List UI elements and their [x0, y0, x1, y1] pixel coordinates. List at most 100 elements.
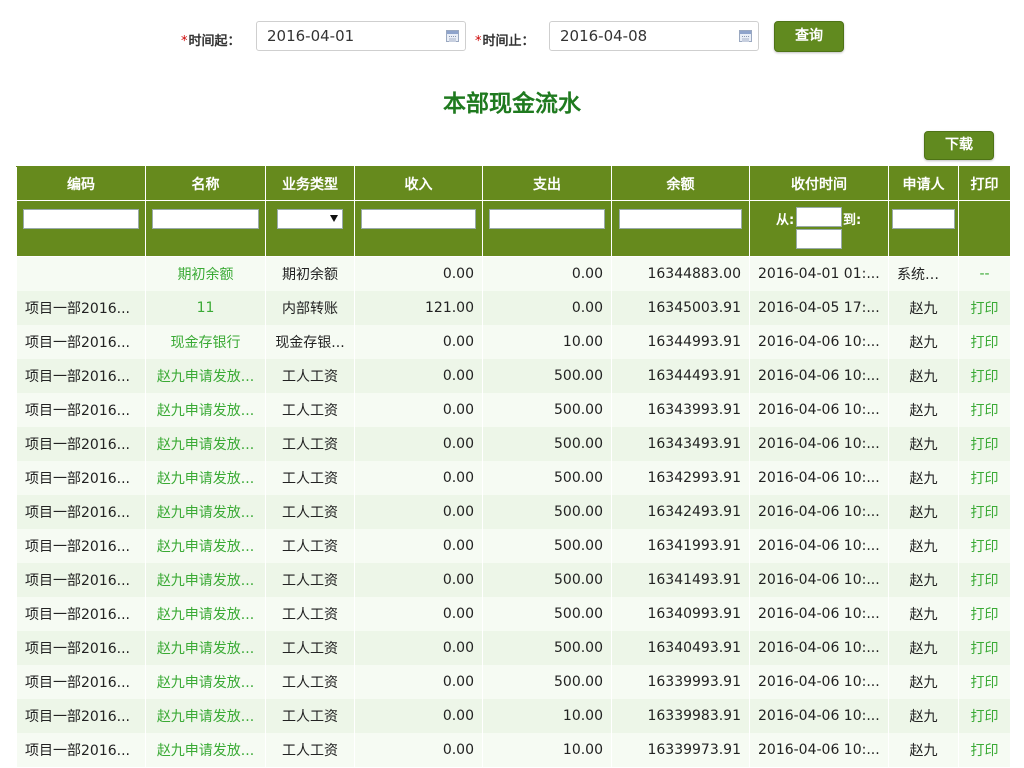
- time-to-input[interactable]: [796, 229, 842, 249]
- row-income: 0.00: [354, 427, 483, 461]
- row-name-link[interactable]: 赵九申请发放...: [145, 563, 266, 597]
- row-income: 0.00: [354, 359, 483, 393]
- time-from-input[interactable]: [796, 207, 842, 227]
- col-header-print[interactable]: 打印: [958, 166, 1011, 201]
- col-header-balance[interactable]: 余额: [611, 166, 750, 201]
- row-expense: 500.00: [482, 461, 612, 495]
- download-button[interactable]: 下载: [924, 131, 994, 160]
- start-date-input[interactable]: 2016-04-01: [256, 21, 466, 51]
- table-row: 项目一部2016... 现金存银行 现金存银... 0.00 10.00 16344993…: [16, 325, 1011, 359]
- required-mark: *: [181, 34, 188, 49]
- row-name-link[interactable]: 赵九申请发放...: [145, 427, 266, 461]
- col-header-type[interactable]: 业务类型: [265, 166, 355, 201]
- col-header-applicant[interactable]: 申请人: [888, 166, 959, 201]
- row-balance: 16342493.91: [611, 495, 750, 529]
- row-applicant: 赵九: [888, 393, 959, 427]
- end-date-input[interactable]: 2016-04-08: [549, 21, 759, 51]
- row-type: 工人工资: [265, 699, 355, 733]
- table-row: 项目一部2016... 赵九申请发放... 工人工资 0.00 500.00 163439…: [16, 393, 1011, 427]
- row-name-link[interactable]: 赵九申请发放...: [145, 699, 266, 733]
- row-balance: 16339973.91: [611, 733, 750, 767]
- row-name-link[interactable]: 赵九申请发放...: [145, 665, 266, 699]
- balance-filter-input[interactable]: [618, 209, 743, 229]
- start-date-label: *时间起：: [181, 34, 241, 49]
- col-header-income[interactable]: 收入: [354, 166, 483, 201]
- row-income: 0.00: [354, 665, 483, 699]
- row-name-link[interactable]: 赵九申请发放...: [145, 461, 266, 495]
- expense-filter-input[interactable]: [489, 209, 605, 229]
- row-print-link[interactable]: 打印: [958, 563, 1011, 597]
- row-balance: 16342993.91: [611, 461, 750, 495]
- row-income: 0.00: [354, 733, 483, 767]
- row-print-link[interactable]: 打印: [958, 495, 1011, 529]
- col-header-expense[interactable]: 支出: [482, 166, 612, 201]
- calendar-icon[interactable]: [446, 30, 459, 42]
- row-print-link[interactable]: 打印: [958, 631, 1011, 665]
- row-name-link[interactable]: 赵九申请发放...: [145, 631, 266, 665]
- row-name-link[interactable]: 期初余额: [145, 256, 266, 291]
- row-name-link[interactable]: 赵九申请发放...: [145, 393, 266, 427]
- row-balance: 16344993.91: [611, 325, 750, 359]
- table-row: 项目一部2016... 11 内部转账 121.00 0.00 16345003.91 20…: [16, 291, 1011, 325]
- row-print-link[interactable]: 打印: [958, 359, 1011, 393]
- row-name-link[interactable]: 现金存银行: [145, 325, 266, 359]
- row-print-link[interactable]: 打印: [958, 461, 1011, 495]
- time-range-filter: 从: 到:: [750, 201, 888, 256]
- col-header-time[interactable]: 收付时间: [749, 166, 889, 201]
- row-income: 121.00: [354, 291, 483, 325]
- row-name-link[interactable]: 赵九申请发放...: [145, 495, 266, 529]
- row-name-link[interactable]: 11: [145, 291, 266, 325]
- row-print-link[interactable]: 打印: [958, 427, 1011, 461]
- row-print-link[interactable]: 打印: [958, 529, 1011, 563]
- row-name-link[interactable]: 赵九申请发放...: [145, 597, 266, 631]
- row-balance: 16344493.91: [611, 359, 750, 393]
- cash-flow-table: 编码 名称 业务类型 收入 支出 余额 收付时间 申请人 打印 从: 到: 期初…: [16, 166, 1011, 767]
- calendar-icon[interactable]: [739, 30, 752, 42]
- row-code: [16, 256, 146, 291]
- row-name-link[interactable]: 赵九申请发放...: [145, 359, 266, 393]
- row-income: 0.00: [354, 461, 483, 495]
- row-time: 2016-04-06 10:...: [749, 563, 889, 597]
- row-name-link[interactable]: 赵九申请发放...: [145, 529, 266, 563]
- row-code: 项目一部2016...: [16, 631, 146, 665]
- row-type: 工人工资: [265, 359, 355, 393]
- row-print-link[interactable]: 打印: [958, 597, 1011, 631]
- row-type: 工人工资: [265, 631, 355, 665]
- row-expense: 10.00: [482, 699, 612, 733]
- row-name-link[interactable]: 赵九申请发放...: [145, 733, 266, 767]
- row-print-link[interactable]: --: [958, 256, 1011, 291]
- end-date-label: *时间止：: [475, 34, 535, 49]
- row-applicant: 赵九: [888, 495, 959, 529]
- name-filter-input[interactable]: [151, 209, 260, 229]
- col-header-code[interactable]: 编码: [16, 166, 146, 201]
- row-expense: 0.00: [482, 256, 612, 291]
- row-print-link[interactable]: 打印: [958, 665, 1011, 699]
- row-print-link[interactable]: 打印: [958, 393, 1011, 427]
- row-type: 工人工资: [265, 529, 355, 563]
- row-expense: 500.00: [482, 495, 612, 529]
- col-header-name[interactable]: 名称: [145, 166, 266, 201]
- table-row: 项目一部2016... 赵九申请发放... 工人工资 0.00 10.00 1633997…: [16, 733, 1011, 767]
- row-code: 项目一部2016...: [16, 291, 146, 325]
- row-time: 2016-04-06 10:...: [749, 461, 889, 495]
- row-time: 2016-04-06 10:...: [749, 699, 889, 733]
- row-code: 项目一部2016...: [16, 325, 146, 359]
- row-code: 项目一部2016...: [16, 427, 146, 461]
- row-type: 期初余额: [265, 256, 355, 291]
- row-print-link[interactable]: 打印: [958, 325, 1011, 359]
- income-filter-input[interactable]: [361, 209, 476, 229]
- row-code: 项目一部2016...: [16, 597, 146, 631]
- row-code: 项目一部2016...: [16, 461, 146, 495]
- row-print-link[interactable]: 打印: [958, 699, 1011, 733]
- row-applicant: 赵九: [888, 563, 959, 597]
- type-filter-select[interactable]: [277, 209, 343, 229]
- row-balance: 16340493.91: [611, 631, 750, 665]
- query-button[interactable]: 查询: [774, 21, 844, 52]
- row-print-link[interactable]: 打印: [958, 733, 1011, 767]
- applicant-filter-input[interactable]: [892, 209, 955, 229]
- code-filter-input[interactable]: [23, 209, 139, 229]
- row-print-link[interactable]: 打印: [958, 291, 1011, 325]
- row-code: 项目一部2016...: [16, 359, 146, 393]
- row-applicant: 赵九: [888, 665, 959, 699]
- row-balance: 16345003.91: [611, 291, 750, 325]
